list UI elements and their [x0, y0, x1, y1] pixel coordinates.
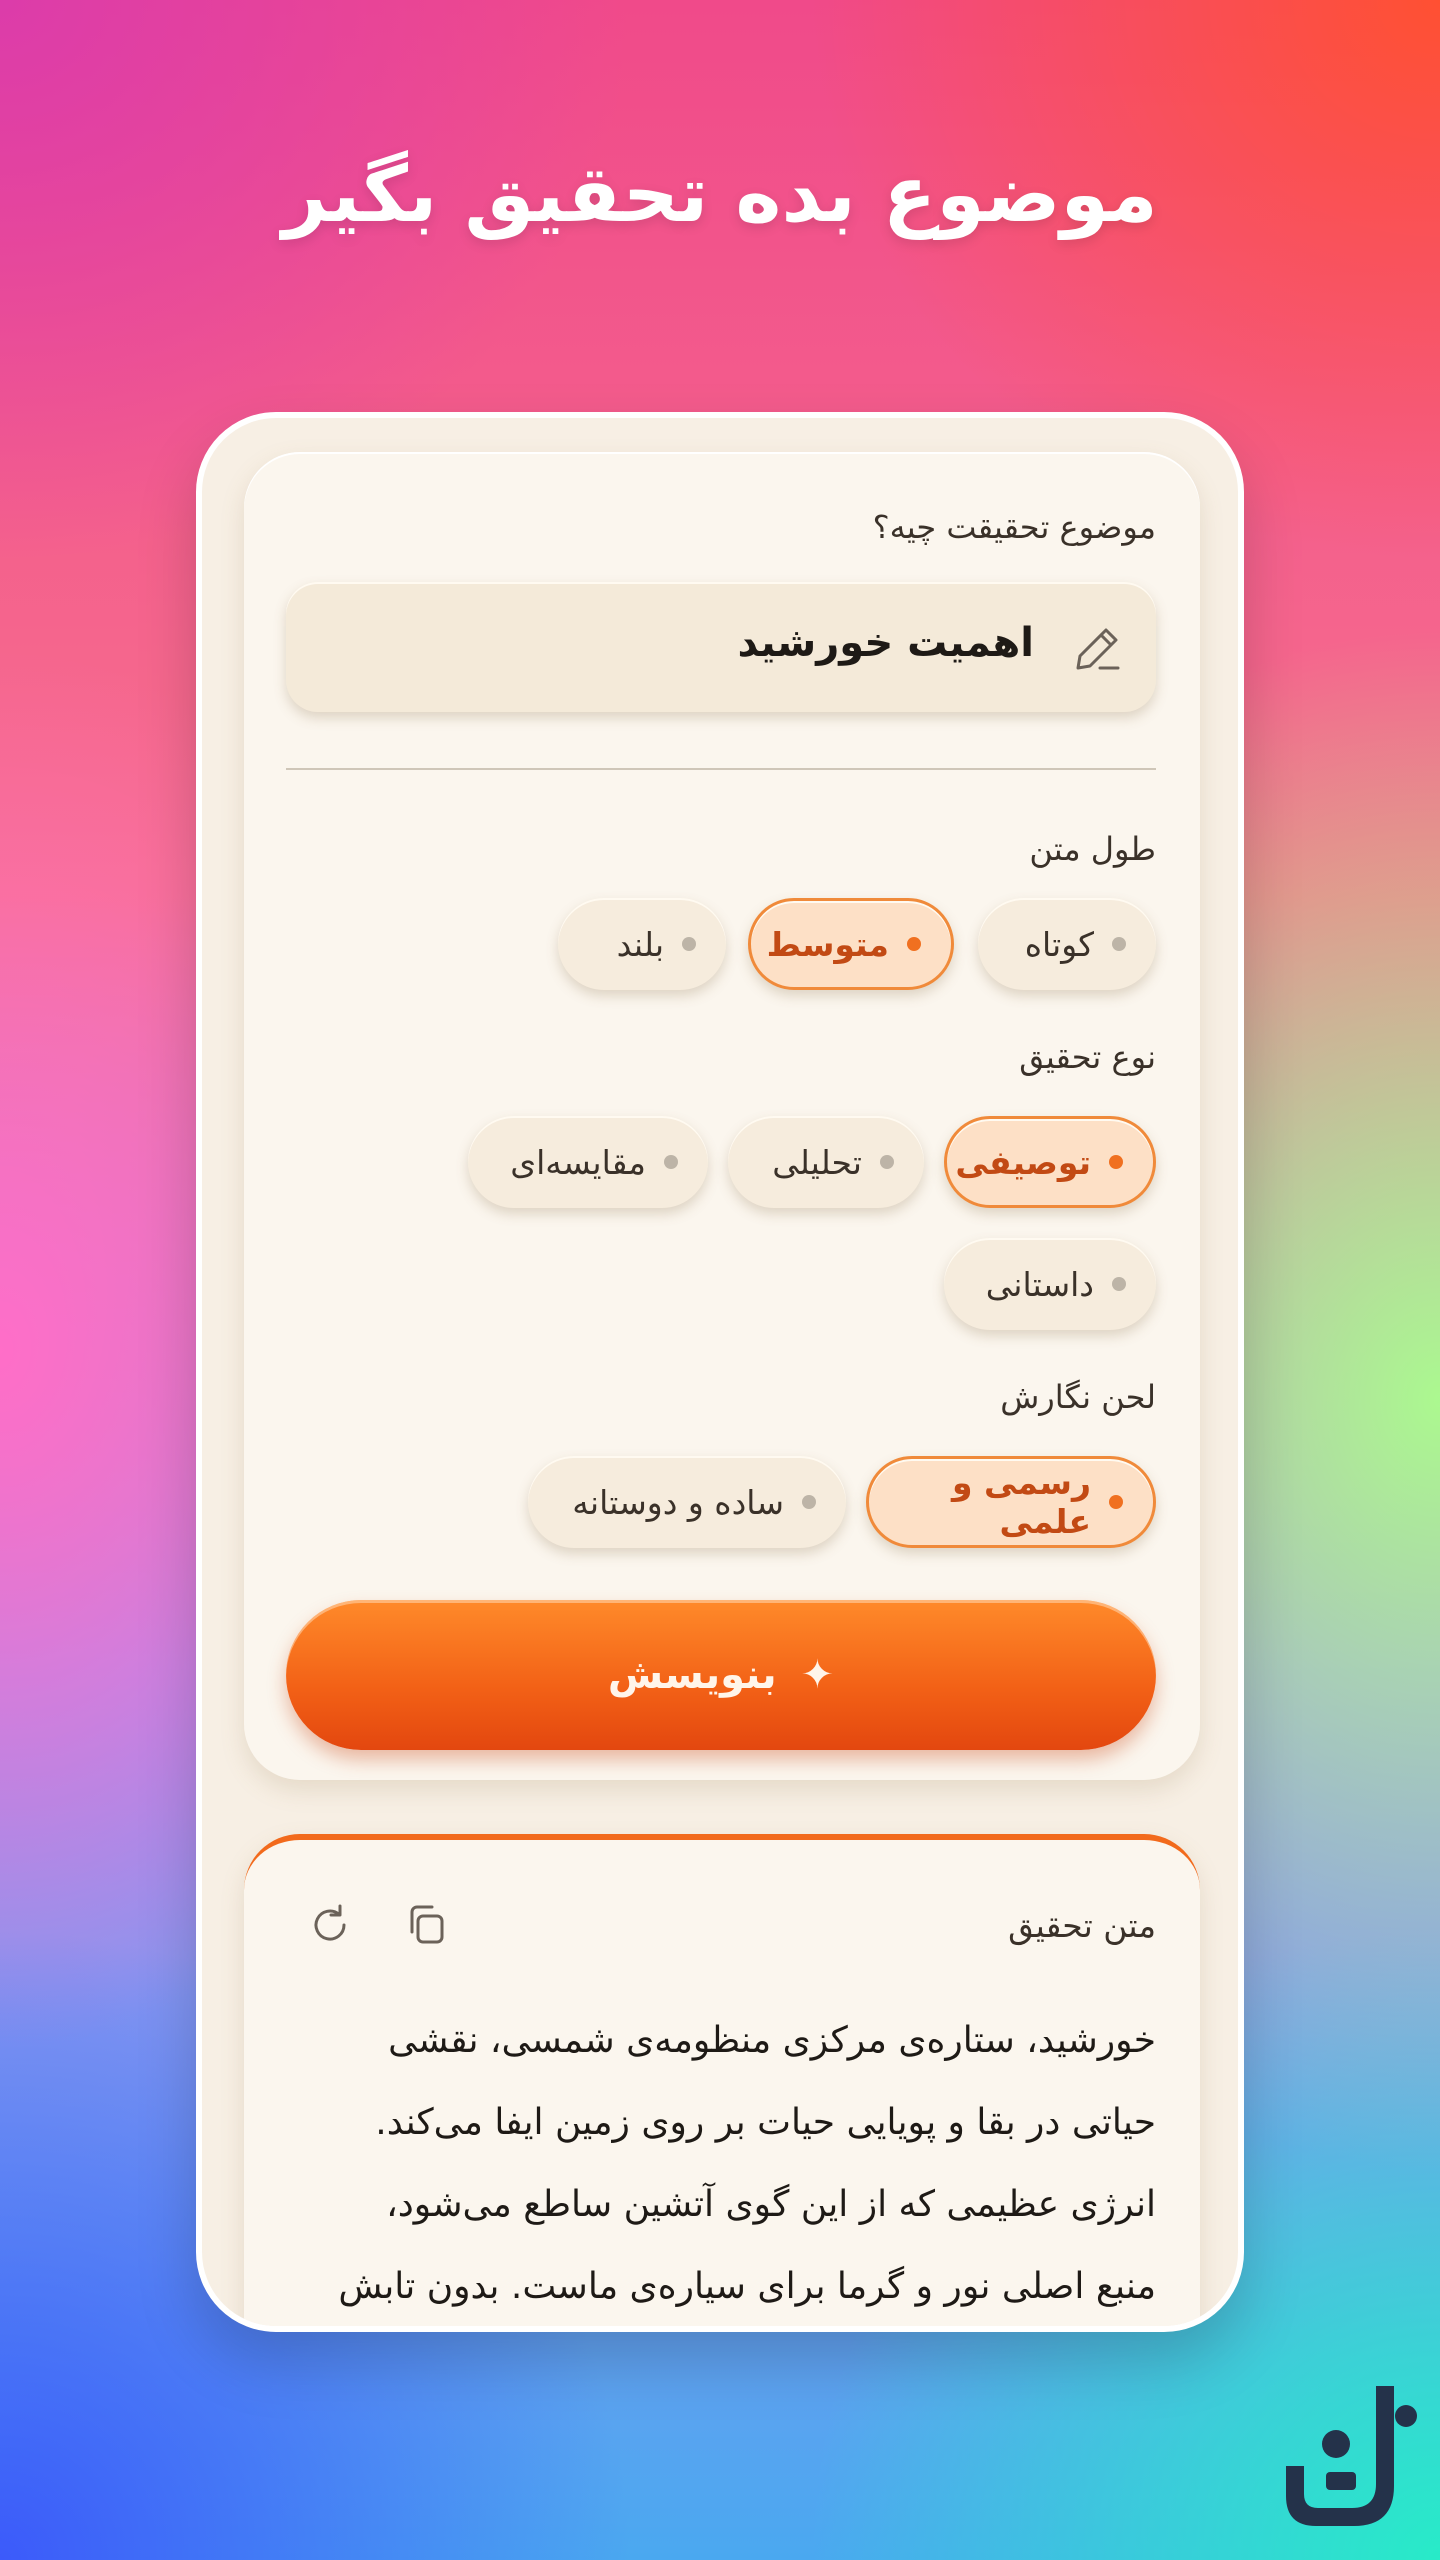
pencil-icon[interactable] — [1072, 622, 1124, 674]
chip-type-story[interactable]: داستانی — [944, 1238, 1156, 1330]
result-line: منبع اصلی نور و گرما برای سیاره‌ی ماست. … — [338, 2266, 1156, 2307]
chip-label: متوسط — [766, 924, 889, 964]
chip-tone-formal[interactable]: رسمی و علمی — [866, 1456, 1156, 1548]
radio-dot-icon — [880, 1155, 894, 1169]
chip-tone-friendly[interactable]: ساده و دوستانه — [528, 1456, 846, 1548]
chip-type-descriptive[interactable]: توصیفی — [944, 1116, 1156, 1208]
radio-dot-icon — [802, 1495, 816, 1509]
page-title: موضوع بده تحقیق بگیر — [282, 150, 1158, 240]
refresh-icon[interactable] — [304, 1898, 358, 1952]
chip-label: رسمی و علمی — [952, 1463, 1091, 1541]
radio-dot-icon — [907, 937, 921, 951]
result-card: متن تحقیق خورشید، ستاره‌ی مرکزی منظومه‌ی… — [244, 1834, 1200, 2326]
chip-length-short[interactable]: کوتاه — [978, 898, 1156, 990]
result-line: خورشید، ستاره‌ی مرکزی منظومه‌ی شمسی، نقش… — [388, 2020, 1156, 2061]
chip-label: داستانی — [985, 1264, 1094, 1304]
chip-label: بلند — [616, 924, 664, 964]
store-logo-icon — [1286, 2386, 1417, 2526]
sparkle-icon: ✦ — [800, 1652, 835, 1698]
chip-length-long[interactable]: بلند — [558, 898, 726, 990]
chip-label: مقایسه‌ای — [510, 1142, 646, 1182]
divider — [286, 768, 1156, 770]
chip-label: ساده و دوستانه — [572, 1482, 784, 1522]
result-line: حیاتی در بقا و پویایی حیات بر روی زمین ا… — [375, 2102, 1156, 2143]
chip-label: توصیفی — [955, 1142, 1091, 1182]
result-title: متن تحقیق — [1008, 1906, 1156, 1945]
tone-label: لحن نگارش — [1000, 1378, 1156, 1416]
radio-dot-icon — [664, 1155, 678, 1169]
radio-dot-icon — [1109, 1155, 1123, 1169]
topic-label: موضوع تحقیقت چیه؟ — [872, 508, 1156, 546]
length-label: طول متن — [1029, 830, 1156, 868]
topic-input-value: اهمیت خورشید — [737, 620, 1034, 666]
radio-dot-icon — [682, 937, 696, 951]
write-button[interactable]: ✦ بنویسش — [286, 1600, 1156, 1750]
phone-frame: موضوع تحقیقت چیه؟ اهمیت خورشید طول متن ک… — [196, 412, 1244, 2332]
chip-label: کوتاه — [1024, 924, 1094, 964]
radio-dot-icon — [1109, 1495, 1123, 1509]
chip-label: تحلیلی — [772, 1142, 862, 1182]
topic-input[interactable]: اهمیت خورشید — [286, 582, 1156, 712]
research-form-card: موضوع تحقیقت چیه؟ اهمیت خورشید طول متن ک… — [244, 452, 1200, 1780]
chip-type-comparative[interactable]: مقایسه‌ای — [468, 1116, 708, 1208]
chip-length-medium[interactable]: متوسط — [748, 898, 954, 990]
radio-dot-icon — [1112, 1277, 1126, 1291]
copy-icon[interactable] — [400, 1898, 454, 1952]
write-button-label: بنویسش — [607, 1652, 777, 1698]
result-line: انرژی عظیمی که از این گوی آتشین ساطع می‌… — [386, 2184, 1156, 2225]
radio-dot-icon — [1112, 937, 1126, 951]
result-text: خورشید، ستاره‌ی مرکزی منظومه‌ی شمسی، نقش… — [304, 2000, 1156, 2326]
type-label: نوع تحقیق — [1019, 1038, 1156, 1076]
chip-type-analytical[interactable]: تحلیلی — [728, 1116, 924, 1208]
